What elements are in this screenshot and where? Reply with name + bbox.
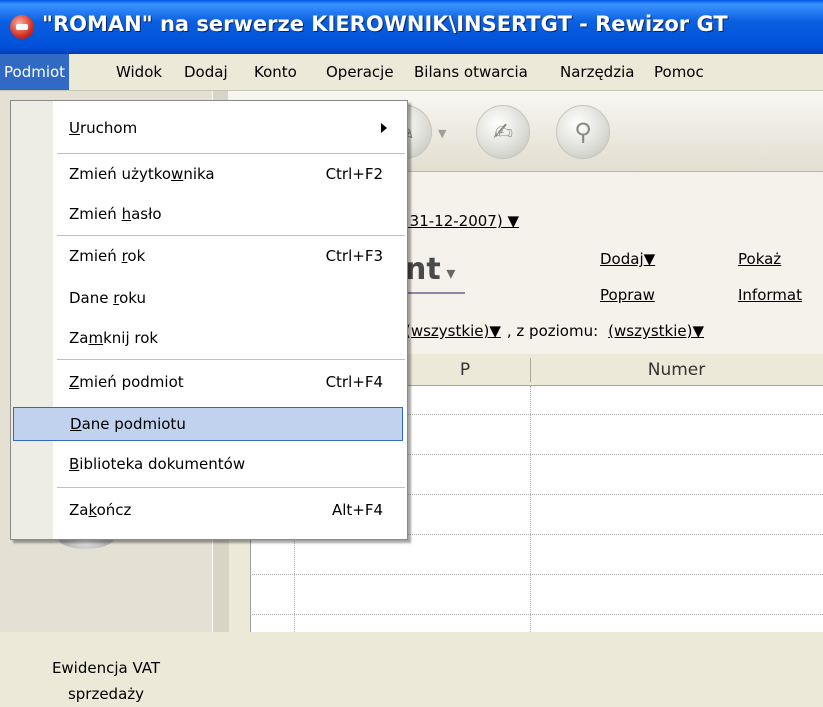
- submenu-arrow-icon: [381, 123, 387, 133]
- menu-item-label: Zmień rok: [69, 247, 146, 265]
- nav-label-line2: sprzedaży: [67, 685, 145, 703]
- action-dodaj[interactable]: Dodaj▼: [600, 250, 655, 268]
- menu-item-zamknij-rok[interactable]: Zamknij rok: [11, 321, 407, 355]
- menu-narzedzia[interactable]: Narzędzia: [556, 54, 638, 90]
- menu-dodaj[interactable]: Dodaj: [180, 54, 232, 90]
- filter-level-select[interactable]: (wszystkie)▼: [405, 322, 501, 340]
- menu-widok[interactable]: Widok: [112, 54, 166, 90]
- filter-from-level-value: (wszystkie): [608, 322, 693, 340]
- menu-item-label: Zmień podmiot: [69, 373, 184, 391]
- menu-separator: [57, 153, 405, 154]
- menu-item-biblioteka-dokumentow[interactable]: Biblioteka dokumentów: [11, 447, 407, 481]
- document-title-text: nt: [405, 252, 441, 287]
- menu-separator: [57, 487, 405, 488]
- toolbar-button-search[interactable]: ⚲: [556, 105, 610, 159]
- menu-separator: [57, 235, 405, 236]
- nav-ewidencja-vat-sprzedazy[interactable]: Ewidencja VAT sprzedaży: [0, 655, 212, 707]
- menu-item-shortcut: Ctrl+F3: [325, 247, 383, 265]
- menu-podmiot[interactable]: Podmiot: [0, 54, 70, 90]
- menu-item-label: Zmień użytkownika: [69, 165, 215, 183]
- title-bar: "ROMAN" na serwerze KIEROWNIK\INSERTGT -…: [0, 0, 823, 54]
- menu-konto[interactable]: Konto: [250, 54, 301, 90]
- menu-item-zmien-haslo[interactable]: Zmień hasło: [11, 197, 407, 231]
- magnifier-icon: ⚲: [574, 118, 592, 146]
- grid-row-line: [250, 574, 823, 575]
- menu-item-dane-roku[interactable]: Dane roku: [11, 281, 407, 315]
- menu-item-label: Dane podmiotu: [70, 415, 186, 433]
- menu-item-label: Zakończ: [69, 501, 132, 519]
- dropdown-arrow-icon[interactable]: ▼: [438, 127, 446, 140]
- action-pokaz[interactable]: Pokaż: [738, 250, 781, 268]
- chevron-down-icon: ▾: [440, 263, 456, 284]
- window-title: "ROMAN" na serwerze KIEROWNIK\INSERTGT -…: [42, 12, 728, 36]
- menu-item-zmien-podmiot[interactable]: Zmień podmiot Ctrl+F4: [11, 365, 407, 399]
- nav-label-line1: Ewidencja VAT: [51, 659, 161, 677]
- menu-item-label: Uruchom: [69, 119, 138, 137]
- toolbar-button-edit[interactable]: ✍: [476, 105, 530, 159]
- podmiot-dropdown-menu: Uruchom Zmień użytkownika Ctrl+F2 Zmień …: [10, 100, 408, 540]
- menu-item-shortcut: Ctrl+F2: [325, 165, 383, 183]
- menu-bilans-otwarcia[interactable]: Bilans otwarcia: [410, 54, 532, 90]
- filter-separator: , z poziomu:: [506, 322, 599, 340]
- menu-item-shortcut: Alt+F4: [331, 501, 383, 519]
- filter-level-value: (wszystkie): [405, 322, 490, 340]
- menu-item-label: Zamknij rok: [69, 329, 159, 347]
- menu-bar: Podmiot Widok Dodaj Konto Operacje Bilan…: [0, 54, 823, 91]
- menu-pomoc[interactable]: Pomoc: [650, 54, 708, 90]
- pen-icon: ✍: [492, 118, 514, 146]
- menu-item-zakoncz[interactable]: Zakończ Alt+F4: [11, 493, 407, 527]
- filter-from-level-select[interactable]: (wszystkie)▼: [608, 322, 704, 340]
- grid-row-line: [250, 614, 823, 615]
- menu-item-label: Dane roku: [69, 289, 147, 307]
- menu-item-shortcut: Ctrl+F4: [325, 373, 383, 391]
- menu-item-label: Biblioteka dokumentów: [69, 455, 246, 473]
- action-popraw[interactable]: Popraw: [600, 286, 655, 304]
- column-separator[interactable]: [530, 358, 531, 382]
- action-informat[interactable]: Informat: [738, 286, 802, 304]
- menu-item-zmien-uzytkownika[interactable]: Zmień użytkownika Ctrl+F2: [11, 157, 407, 191]
- grid-column-line: [530, 386, 531, 632]
- menu-operacje[interactable]: Operacje: [322, 54, 398, 90]
- menu-item-uruchom[interactable]: Uruchom: [11, 111, 407, 145]
- menu-item-zmien-rok[interactable]: Zmień rok Ctrl+F3: [11, 239, 407, 273]
- column-header-numer[interactable]: Numer: [530, 355, 823, 385]
- column-header-p[interactable]: P: [400, 355, 530, 385]
- app-icon[interactable]: [10, 15, 34, 39]
- menu-item-dane-podmiotu[interactable]: Dane podmiotu: [13, 407, 403, 441]
- action-dodaj-label: Dodaj: [600, 250, 644, 268]
- menu-item-label: Zmień hasło: [69, 205, 162, 223]
- menu-separator: [57, 359, 405, 360]
- filter-row: (wszystkie)▼ , z poziomu: (wszystkie)▼: [405, 322, 704, 340]
- document-type-title[interactable]: nt ▾: [405, 252, 455, 287]
- title-underline: [405, 292, 465, 294]
